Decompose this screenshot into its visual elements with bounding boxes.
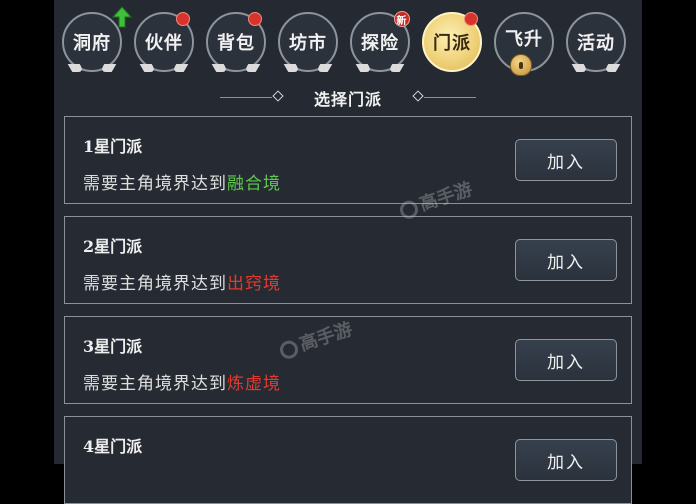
sect-card: 1星门派 需要主角境界达到融合境 加入 [64, 116, 632, 204]
nav-tab-market-label: 坊市 [289, 33, 327, 54]
section-title: 选择门派 [313, 90, 382, 109]
notification-dot [248, 12, 262, 26]
sect-name: 4星门派 [83, 437, 143, 456]
upgrade-arrow-icon [112, 6, 132, 28]
sect-name: 2星门派 [83, 237, 143, 256]
nav-tab-explore[interactable]: 探险 新 [350, 11, 410, 72]
nav-tab-partner[interactable]: 伙伴 [134, 12, 194, 72]
join-button[interactable]: 加入 [515, 139, 617, 181]
sect-requirement: 需要主角境界达到出窍境 [83, 274, 281, 294]
join-button[interactable]: 加入 [515, 239, 617, 281]
join-button[interactable]: 加入 [515, 339, 617, 381]
nav-tab-bag-label: 背包 [217, 33, 255, 54]
realm-name: 出窍境 [227, 274, 281, 294]
new-badge: 新 [394, 11, 410, 27]
notification-dot [176, 12, 190, 26]
nav-tab-bag[interactable]: 背包 [206, 12, 266, 72]
nav-tab-sect[interactable]: 门派 [422, 12, 482, 72]
sect-card: 4星门派 加入 [64, 416, 632, 504]
nav-tab-activity-label: 活动 [577, 33, 615, 54]
realm-name: 融合境 [227, 174, 281, 194]
sect-requirement: 需要主角境界达到融合境 [83, 174, 281, 194]
sect-requirement: 需要主角境界达到炼虚境 [83, 374, 281, 394]
sect-name: 1星门派 [83, 137, 143, 156]
divider-right [424, 97, 476, 98]
nav-tab-partner-label: 伙伴 [145, 33, 183, 54]
join-button[interactable]: 加入 [515, 439, 617, 481]
nav-tab-activity[interactable]: 活动 [566, 12, 626, 72]
nav-tab-ascend-label: 飞升 [505, 29, 543, 50]
sect-name: 3星门派 [83, 337, 143, 356]
lock-icon [510, 54, 532, 76]
nav-tab-sect-label: 门派 [433, 33, 471, 54]
realm-name: 炼虚境 [227, 374, 281, 394]
sect-card: 2星门派 需要主角境界达到出窍境 加入 [64, 216, 632, 304]
nav-tab-cave-label: 洞府 [73, 33, 111, 54]
nav-tab-market[interactable]: 坊市 [278, 12, 338, 72]
nav-tab-explore-label: 探险 [361, 33, 399, 54]
sect-panel: 洞府 伙伴 背包 坊市 探险 新 门派 飞升 活动 选择门派 1星门派 需要主角… [54, 0, 642, 504]
notification-dot [464, 12, 478, 26]
